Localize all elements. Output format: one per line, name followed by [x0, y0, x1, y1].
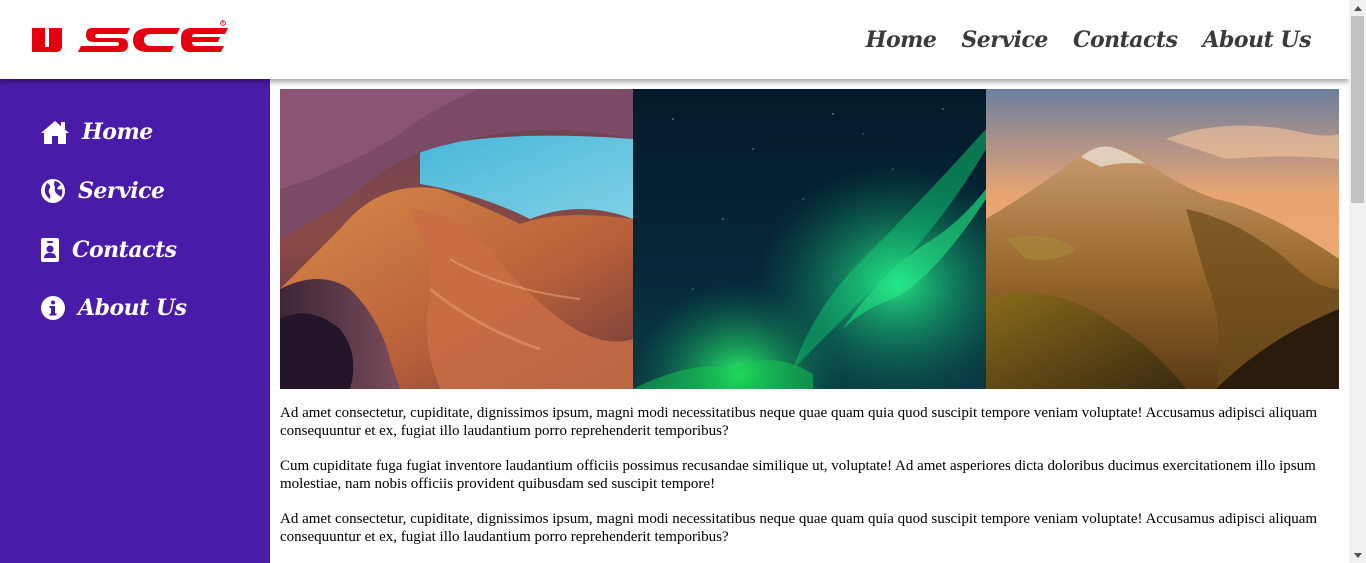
- top-header: R Home Service Contacts About Us: [0, 0, 1349, 79]
- content-paragraph: Ad amet consectetur, cupiditate, digniss…: [280, 405, 1318, 439]
- top-navigation: Home Service Contacts About Us: [841, 24, 1312, 56]
- image-gallery: [280, 89, 1339, 389]
- sidebar-item-label: Home: [82, 119, 153, 145]
- vertical-scrollbar[interactable]: [1349, 0, 1366, 563]
- mountain-photo: [986, 89, 1339, 389]
- canyon-photo: [280, 89, 633, 389]
- scroll-up-arrow-icon[interactable]: [1349, 0, 1366, 16]
- id-badge-icon: [40, 235, 60, 265]
- aurora-photo: [633, 89, 986, 389]
- sidebar-item-label: About Us: [78, 295, 187, 321]
- content-paragraph: Cum cupiditate fuga fugiat inventore lau…: [280, 458, 1316, 492]
- topnav-home-link[interactable]: Home: [866, 24, 937, 56]
- sidebar-item-label: Service: [78, 178, 165, 204]
- main-content: Ad amet consectetur, cupiditate, digniss…: [280, 404, 1340, 563]
- topnav-contacts-link[interactable]: Contacts: [1073, 24, 1178, 56]
- sidebar-item-label: Contacts: [72, 237, 177, 263]
- sidebar-item-service[interactable]: Service: [40, 174, 165, 208]
- sidebar-item-home[interactable]: Home: [40, 115, 153, 149]
- scroll-down-arrow-icon[interactable]: [1349, 547, 1366, 563]
- sidebar: Home Service Contacts About Us: [0, 79, 270, 563]
- topnav-service-link[interactable]: Service: [961, 24, 1048, 56]
- scrollbar-thumb[interactable]: [1351, 16, 1364, 203]
- home-icon: [40, 117, 70, 147]
- svg-text:R: R: [222, 21, 225, 26]
- info-circle-icon: [40, 293, 66, 323]
- topnav-about-link[interactable]: About Us: [1202, 24, 1311, 56]
- sidebar-item-contacts[interactable]: Contacts: [40, 233, 177, 267]
- globe-icon: [40, 176, 66, 206]
- sidebar-item-about[interactable]: About Us: [40, 291, 187, 325]
- content-paragraph: Ad amet consectetur, cupiditate, digniss…: [280, 511, 1318, 545]
- ijse-logo-mark: R: [32, 20, 228, 52]
- ijse-logo[interactable]: R: [32, 19, 232, 57]
